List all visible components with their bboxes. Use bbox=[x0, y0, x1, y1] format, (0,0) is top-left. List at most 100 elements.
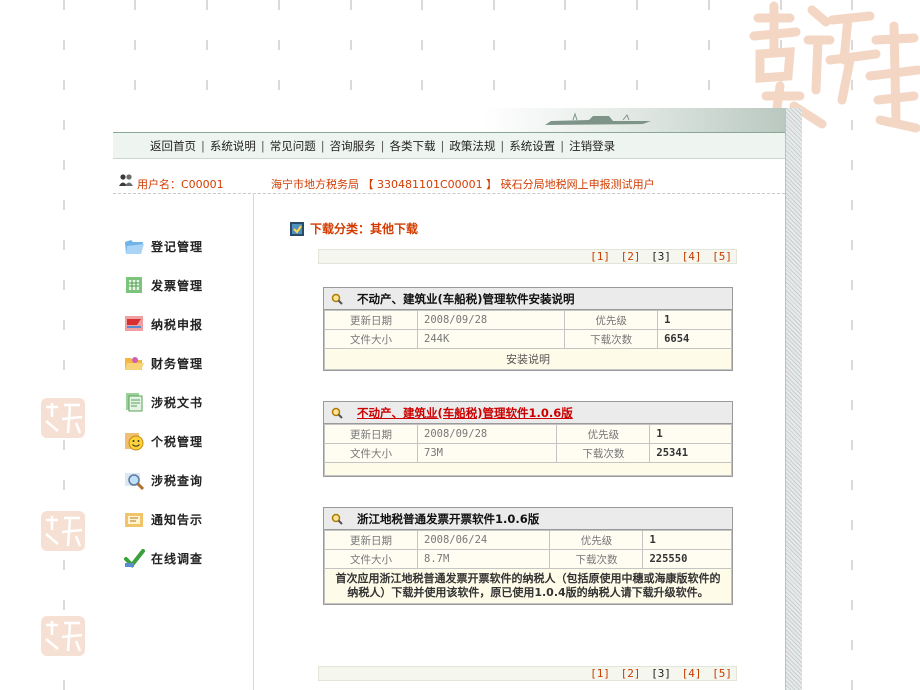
priority-label: 优先级 bbox=[556, 424, 651, 444]
nav-faq[interactable]: 常见问题 bbox=[270, 138, 316, 154]
page-link[interactable]: [5] bbox=[712, 250, 732, 263]
document-icon bbox=[126, 393, 143, 412]
sidebar-item-finance[interactable]: 财务管理 bbox=[123, 350, 203, 376]
sidebar-item-tax-declaration[interactable]: 纳税申报 bbox=[123, 311, 203, 337]
users-icon bbox=[119, 174, 133, 186]
priority-value: 1 bbox=[649, 424, 732, 444]
category-icon bbox=[290, 221, 304, 236]
seal-decoration bbox=[41, 511, 85, 551]
sidebar-item-label: 通知告示 bbox=[151, 512, 204, 527]
download-card: 不动产、建筑业(车船税)管理软件安装说明 更新日期 2008/09/28 优先级… bbox=[323, 287, 733, 371]
updated-value: 2008/09/28 bbox=[416, 310, 566, 330]
category-title: 下载分类：其他下载 bbox=[310, 222, 419, 236]
current-page: [3] bbox=[651, 667, 671, 680]
downloads-label: 下载次数 bbox=[564, 329, 659, 349]
size-value: 8.7M bbox=[416, 549, 551, 569]
sidebar-item-label: 财务管理 bbox=[151, 356, 204, 371]
downloads-value: 6654 bbox=[657, 329, 732, 349]
checkmark-icon bbox=[124, 549, 145, 569]
sidebar-item-survey[interactable]: 在线调查 bbox=[123, 545, 203, 571]
page-link[interactable]: [2] bbox=[621, 250, 641, 263]
page-link[interactable]: [1] bbox=[590, 250, 610, 263]
page-link[interactable]: [4] bbox=[682, 667, 702, 680]
sidebar-item-tax-query[interactable]: 涉税查询 bbox=[123, 467, 203, 493]
nav-logout[interactable]: 注销登录 bbox=[569, 138, 615, 154]
page-link[interactable]: [5] bbox=[712, 667, 732, 680]
sidebar-item-label: 涉税文书 bbox=[151, 395, 204, 410]
updated-label: 更新日期 bbox=[324, 530, 418, 550]
nav-downloads[interactable]: 各类下载 bbox=[390, 138, 436, 154]
search-icon bbox=[331, 293, 343, 305]
nav-separator: | bbox=[320, 138, 325, 153]
sidebar-item-personal-tax[interactable]: 个税管理 bbox=[123, 428, 203, 454]
nav-system-info[interactable]: 系统说明 bbox=[210, 138, 256, 154]
flag-icon bbox=[125, 316, 143, 331]
pagination-top: [1] [2] [3] [4] [5] bbox=[318, 249, 737, 264]
install-guide-link[interactable]: 安装说明 bbox=[324, 348, 732, 370]
nav-consulting[interactable]: 咨询服务 bbox=[330, 138, 376, 154]
priority-value: 1 bbox=[657, 310, 732, 330]
updated-value: 2008/09/28 bbox=[416, 424, 558, 444]
sidebar-item-label: 纳税申报 bbox=[151, 317, 204, 332]
nav-settings[interactable]: 系统设置 bbox=[509, 138, 555, 154]
top-navigation: 返回首页 | 系统说明 | 常见问题 | 咨询服务 | 各类下载 | 政策法规 … bbox=[113, 132, 785, 159]
nav-separator: | bbox=[560, 138, 565, 153]
updated-value: 2008/06/24 bbox=[416, 530, 551, 550]
sidebar-item-invoice[interactable]: 发票管理 bbox=[123, 272, 203, 298]
folder-open-icon bbox=[125, 357, 144, 370]
downloads-value: 25341 bbox=[649, 443, 732, 463]
sidebar-item-label: 在线调查 bbox=[151, 551, 204, 566]
content-frame: 返回首页 | 系统说明 | 常见问题 | 咨询服务 | 各类下载 | 政策法规 … bbox=[113, 108, 785, 690]
page-link[interactable]: [4] bbox=[682, 250, 702, 263]
card-header: 不动产、建筑业(车船税)管理软件1.0.6版 bbox=[324, 402, 732, 424]
magnifier-icon bbox=[125, 473, 145, 491]
sidebar-item-label: 发票管理 bbox=[151, 278, 204, 293]
nav-separator: | bbox=[260, 138, 265, 153]
sidebar-item-registration[interactable]: 登记管理 bbox=[123, 233, 203, 259]
organization-info: 海宁市地方税务局 【 330481101C00001 】 硖石分局地税网上申报测… bbox=[271, 178, 655, 191]
downloads-value: 225550 bbox=[642, 549, 732, 569]
folder-icon bbox=[125, 240, 144, 254]
username-label: 用户名：C00001 bbox=[137, 178, 224, 191]
card-header: 不动产、建筑业(车船税)管理软件安装说明 bbox=[324, 288, 732, 310]
sidebar-item-notices[interactable]: 通知告示 bbox=[123, 506, 203, 532]
notice-icon bbox=[125, 513, 143, 527]
ship-illustration bbox=[545, 112, 651, 125]
smiley-icon bbox=[125, 433, 144, 451]
sidebar-item-label: 涉税查询 bbox=[151, 473, 204, 488]
download-card: 不动产、建筑业(车船税)管理软件1.0.6版 更新日期 2008/09/28 优… bbox=[323, 401, 733, 477]
size-value: 73M bbox=[416, 443, 558, 463]
card-title: 浙江地税普通发票开票软件1.0.6版 bbox=[357, 511, 540, 526]
priority-value: 1 bbox=[642, 530, 732, 550]
search-icon bbox=[331, 407, 343, 419]
seal-decoration bbox=[41, 398, 85, 438]
card-header: 浙江地税普通发票开票软件1.0.6版 bbox=[324, 508, 732, 530]
downloads-label: 下载次数 bbox=[556, 443, 651, 463]
sidebar-item-label: 登记管理 bbox=[151, 239, 204, 254]
search-icon bbox=[331, 513, 343, 525]
nav-policies[interactable]: 政策法规 bbox=[449, 138, 495, 154]
header-banner bbox=[113, 108, 785, 132]
sidebar-item-tax-documents[interactable]: 涉税文书 bbox=[123, 389, 203, 415]
invoice-icon bbox=[126, 277, 142, 293]
sidebar: 登记管理 发票管理 纳税申报 财务管理 涉税文书 个税管理 涉税查询 通知告示 bbox=[113, 193, 254, 690]
priority-label: 优先级 bbox=[549, 530, 644, 550]
nav-separator: | bbox=[440, 138, 445, 153]
nav-home[interactable]: 返回首页 bbox=[150, 138, 196, 154]
background-dash bbox=[63, 0, 65, 690]
page-link[interactable]: [1] bbox=[590, 667, 610, 680]
pagination-bottom: [1] [2] [3] [4] [5] bbox=[318, 666, 737, 681]
page-link[interactable]: [2] bbox=[621, 667, 641, 680]
card-footer bbox=[324, 462, 732, 476]
sidebar-item-label: 个税管理 bbox=[151, 434, 204, 449]
size-value: 244K bbox=[416, 329, 566, 349]
size-label: 文件大小 bbox=[324, 443, 418, 463]
nav-separator: | bbox=[500, 138, 505, 153]
card-title-link[interactable]: 不动产、建筑业(车船税)管理软件1.0.6版 bbox=[357, 405, 573, 421]
updated-label: 更新日期 bbox=[324, 424, 418, 444]
card-title: 不动产、建筑业(车船税)管理软件安装说明 bbox=[357, 291, 575, 306]
category-heading: 下载分类：其他下载 bbox=[290, 220, 418, 237]
nav-separator: | bbox=[380, 138, 385, 153]
updated-label: 更新日期 bbox=[324, 310, 418, 330]
size-label: 文件大小 bbox=[324, 329, 418, 349]
